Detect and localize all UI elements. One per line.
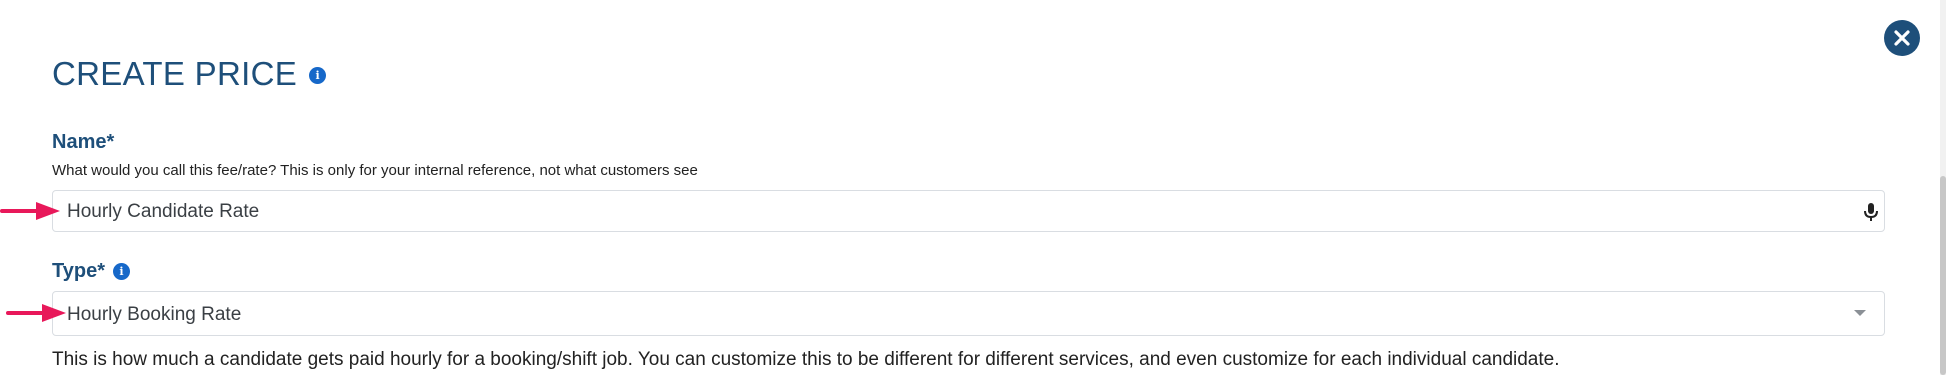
create-price-dialog: CREATE PRICE i Name* What would you call… (0, 0, 1946, 375)
close-button[interactable] (1884, 20, 1920, 56)
info-icon[interactable]: i (309, 67, 327, 84)
type-label: Type* (52, 260, 105, 282)
pointer-arrow-icon (6, 304, 66, 322)
name-input[interactable]: Hourly Candidate Rate (52, 190, 1885, 232)
name-hint: What would you call this fee/rate? This … (52, 162, 698, 179)
close-icon (1894, 30, 1910, 46)
type-label-row: Type* i (52, 260, 130, 283)
type-select[interactable]: Hourly Booking Rate (52, 291, 1885, 336)
info-icon[interactable]: i (112, 263, 130, 280)
dialog-title: CREATE PRICE (52, 55, 298, 92)
dialog-header: CREATE PRICE i (52, 52, 327, 96)
name-input-value[interactable]: Hourly Candidate Rate (67, 201, 259, 223)
scrollbar-thumb[interactable] (1940, 176, 1946, 375)
name-label: Name* (52, 131, 115, 153)
chevron-down-icon[interactable] (1854, 310, 1866, 316)
pointer-arrow-icon (0, 202, 60, 220)
type-select-value[interactable]: Hourly Booking Rate (67, 304, 241, 326)
microphone-icon[interactable] (1860, 201, 1882, 223)
type-description: This is how much a candidate gets paid h… (52, 349, 1560, 370)
